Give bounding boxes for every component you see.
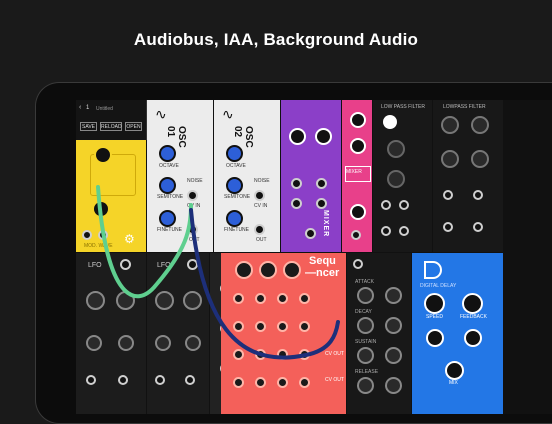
app-screen: ‹ 1 Untitled SAVE RELOAD OPEN MOD. WAVE … [76,100,552,414]
cable-navy [189,208,340,360]
cable-green [96,185,193,299]
patch-cables [96,185,340,360]
headline: Audiobus, IAA, Background Audio [133,30,419,49]
